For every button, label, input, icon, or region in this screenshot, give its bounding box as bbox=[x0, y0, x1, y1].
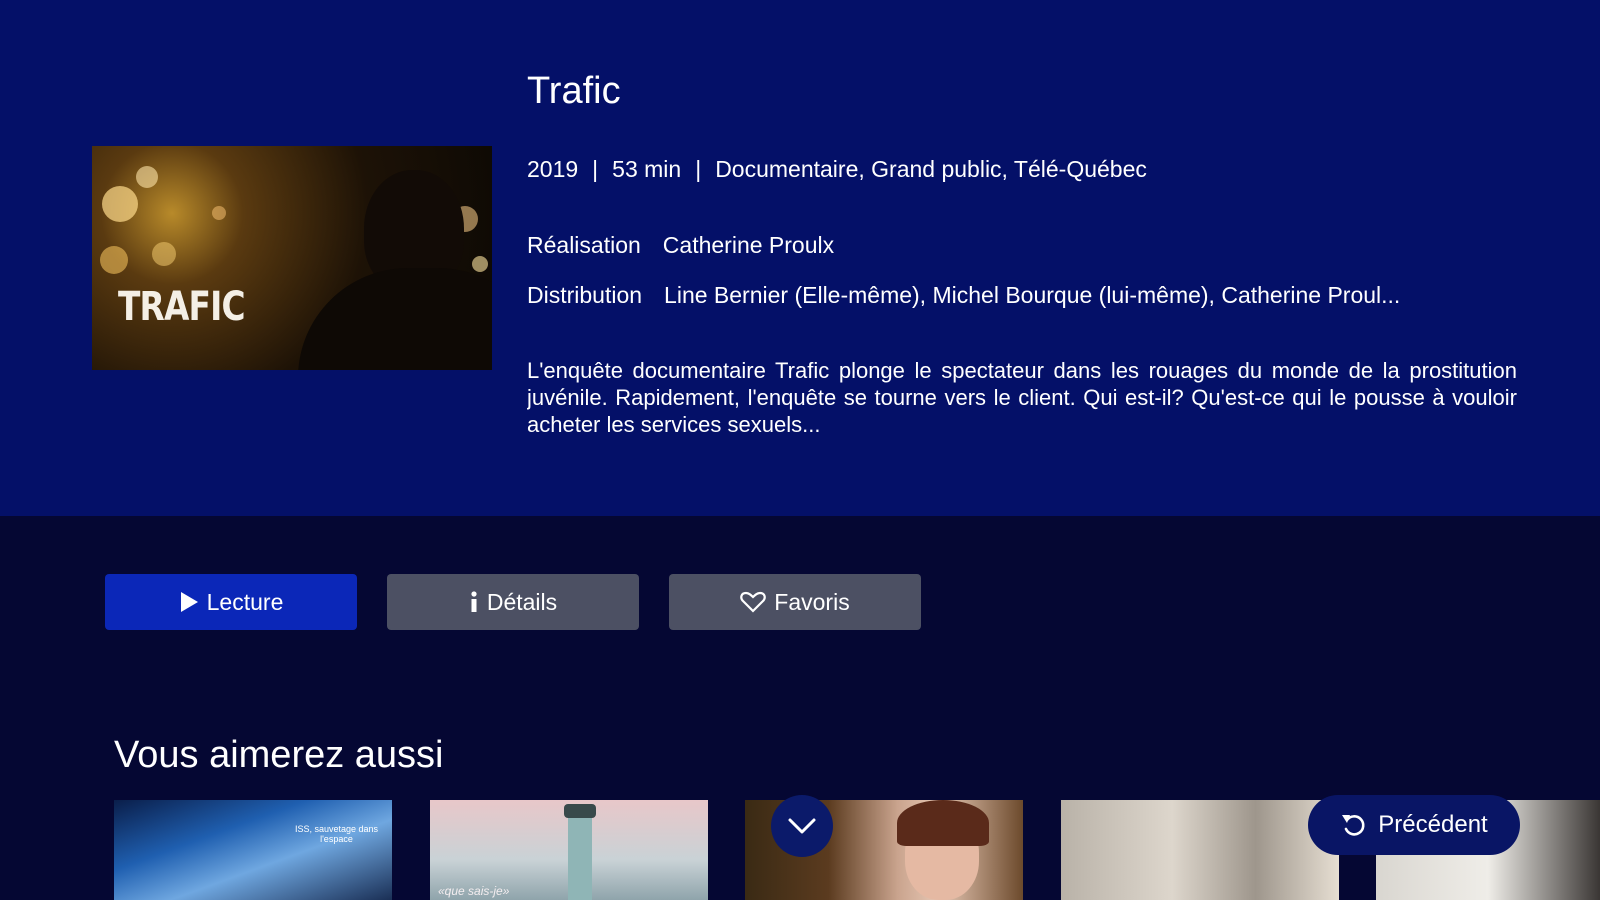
cast-row: Distribution Line Bernier (Elle-même), Mi… bbox=[527, 282, 1593, 309]
direction-label: Réalisation bbox=[527, 232, 641, 258]
cast-label: Distribution bbox=[527, 282, 643, 308]
chevron-down-icon bbox=[787, 817, 817, 835]
details-button[interactable]: Détails bbox=[387, 574, 639, 630]
info-icon bbox=[469, 591, 479, 613]
direction-value: Catherine Proulx bbox=[662, 232, 835, 258]
favorites-button[interactable]: Favoris bbox=[669, 574, 921, 630]
play-button[interactable]: Lecture bbox=[105, 574, 357, 630]
back-button[interactable]: Précédent bbox=[1308, 795, 1520, 855]
program-hero: TRAFIC Trafic 2019 | 53 min | Documentaire, … bbox=[0, 0, 1600, 516]
direction-row: Réalisation Catherine Proulx bbox=[527, 232, 1593, 259]
meta-separator: | bbox=[695, 156, 702, 182]
heart-icon bbox=[740, 591, 767, 613]
recommendation-tile[interactable] bbox=[1061, 800, 1339, 900]
recommendation-tile[interactable]: «que sais-je» bbox=[430, 800, 708, 900]
program-meta: 2019 | 53 min | Documentaire, Grand public, … bbox=[527, 156, 1147, 183]
program-synopsis: L'enquête documentaire Trafic plonge le … bbox=[527, 358, 1517, 437]
play-icon bbox=[179, 591, 199, 613]
program-poster: TRAFIC bbox=[92, 146, 492, 370]
undo-icon bbox=[1340, 811, 1368, 839]
tile-caption: «que sais-je» bbox=[438, 884, 510, 898]
program-duration: 53 min bbox=[612, 156, 682, 182]
scroll-down-button[interactable] bbox=[771, 795, 833, 857]
favorites-button-label: Favoris bbox=[774, 588, 850, 615]
tile-caption: ISS, sauvetage dans l'espace bbox=[294, 824, 378, 844]
program-title: Trafic bbox=[527, 70, 621, 112]
recommendation-tile[interactable]: ISS, sauvetage dans l'espace bbox=[114, 800, 392, 900]
meta-separator: | bbox=[592, 156, 599, 182]
recommendations-title: Vous aimerez aussi bbox=[114, 734, 444, 776]
program-genres: Documentaire, Grand public, Télé-Québec bbox=[715, 156, 1147, 182]
back-button-label: Précédent bbox=[1378, 811, 1488, 838]
program-year: 2019 bbox=[527, 156, 579, 182]
details-button-label: Détails bbox=[486, 588, 558, 615]
poster-title-text: TRAFIC bbox=[118, 284, 246, 330]
play-button-label: Lecture bbox=[206, 588, 284, 615]
cast-value: Line Bernier (Elle-même), Michel Bourque… bbox=[664, 282, 1401, 308]
